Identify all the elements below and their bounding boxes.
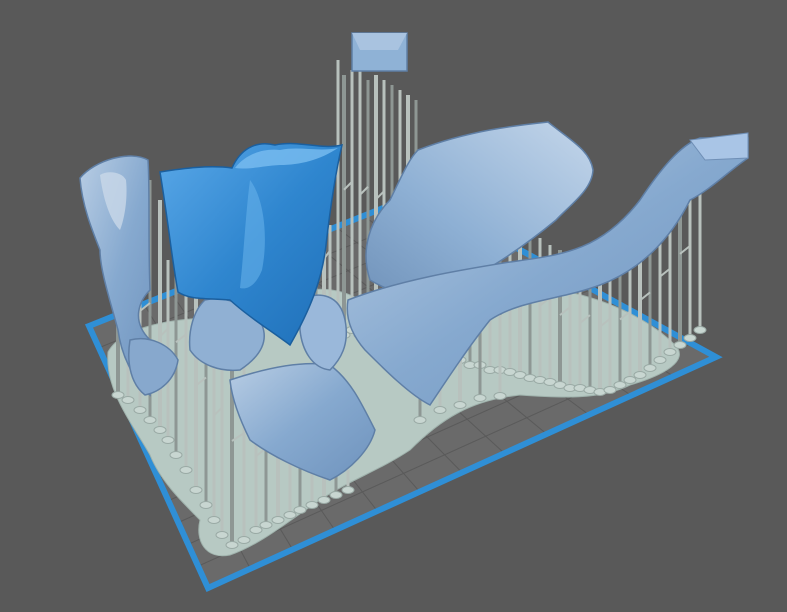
support-foot (643, 364, 657, 372)
support-foot (161, 436, 175, 444)
support-foot (493, 392, 507, 400)
support-foot (473, 394, 487, 402)
support-foot (317, 496, 331, 504)
support-foot (225, 541, 239, 549)
support-foot (153, 426, 167, 434)
support-foot (111, 391, 125, 399)
support-foot (613, 381, 627, 389)
support-foot (259, 521, 273, 529)
support-foot (179, 466, 193, 474)
support-foot (237, 536, 251, 544)
support-foot (271, 516, 285, 524)
support-foot (673, 341, 687, 349)
support-foot (293, 506, 307, 514)
3d-viewport[interactable] (0, 0, 787, 612)
support-foot (663, 348, 677, 356)
support-foot (305, 501, 319, 509)
support-foot (683, 334, 697, 342)
support-foot (121, 396, 135, 404)
support-foot (633, 371, 647, 379)
support-foot (653, 356, 667, 364)
support-foot (169, 451, 183, 459)
support-foot (199, 501, 213, 509)
support-foot (249, 526, 263, 534)
support-foot (207, 516, 221, 524)
support-foot (143, 416, 157, 424)
support-foot (413, 416, 427, 424)
support-foot (433, 406, 447, 414)
support-foot (215, 531, 229, 539)
support-foot (329, 491, 343, 499)
support-foot (603, 386, 617, 394)
support-foot (133, 406, 147, 414)
support-foot (341, 486, 355, 494)
support-foot (453, 401, 467, 409)
support-foot (693, 326, 707, 334)
support-foot (283, 511, 297, 519)
support-foot (623, 376, 637, 384)
support-foot (189, 486, 203, 494)
